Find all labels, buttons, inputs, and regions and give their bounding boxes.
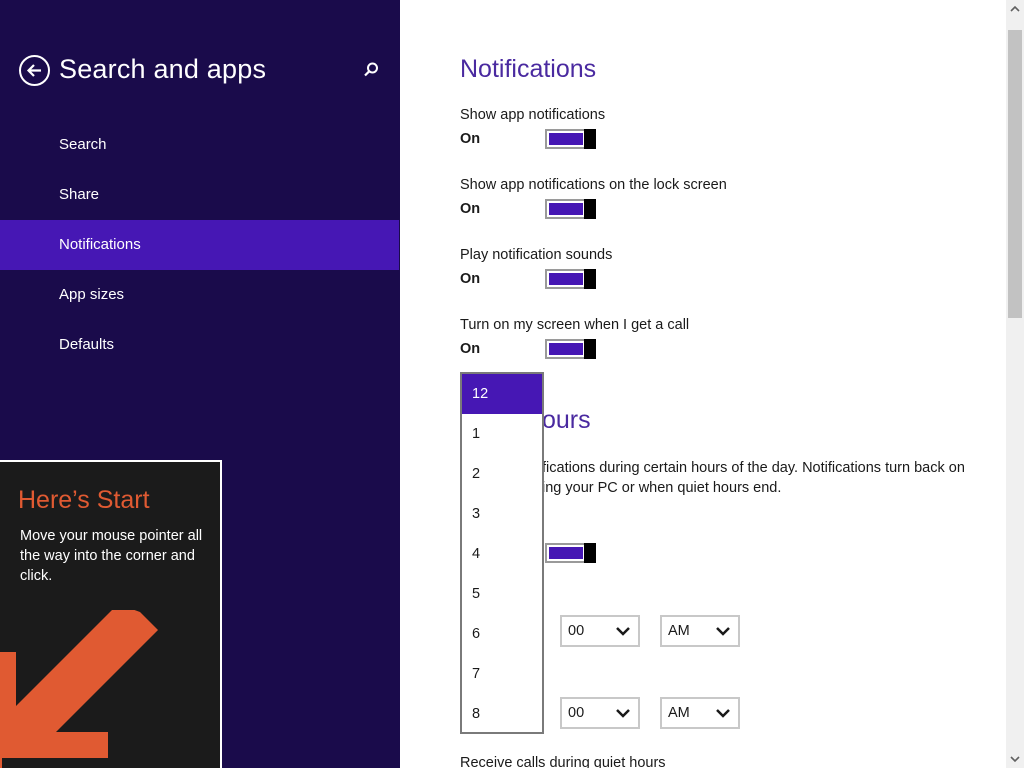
scroll-down-button[interactable] <box>1006 750 1024 768</box>
scrollbar-thumb[interactable] <box>1008 30 1022 318</box>
to-minute-select[interactable]: 00 <box>560 697 640 729</box>
setting-state: On <box>460 201 481 217</box>
back-arrow-icon <box>26 64 41 77</box>
notifications-heading: Notifications <box>460 55 597 83</box>
toggle-notification-sounds[interactable] <box>545 269 596 289</box>
toggle-lock-screen-notifications[interactable] <box>545 199 596 219</box>
search-icon[interactable] <box>362 61 380 79</box>
setting-label-show-app-notifications: Show app notifications <box>460 107 606 123</box>
hour-option[interactable]: 2 <box>462 454 542 494</box>
to-ampm-value: AM <box>668 705 690 721</box>
chevron-down-icon <box>716 709 730 718</box>
chevron-down-icon <box>616 709 630 718</box>
hour-option[interactable]: 6 <box>462 614 542 654</box>
start-tip-panel: Here’s Start Move your mouse pointer all… <box>0 460 222 768</box>
start-tip-title: Here’s Start <box>18 486 150 514</box>
from-minute-value: 00 <box>568 623 585 639</box>
hour-option[interactable]: 1 <box>462 414 542 454</box>
to-ampm-select[interactable]: AM <box>660 697 740 729</box>
quiet-hours-description-line2: ing your PC or when quiet hours end. <box>542 480 782 496</box>
from-ampm-value: AM <box>668 623 690 639</box>
hour-option[interactable]: 8 <box>462 694 542 732</box>
to-minute-value: 00 <box>568 705 585 721</box>
nav-item-defaults[interactable]: Defaults <box>0 320 399 370</box>
setting-label-receive-calls: Receive calls during quiet hours <box>460 755 666 768</box>
toggle-show-app-notifications[interactable] <box>545 129 596 149</box>
down-left-arrow-icon <box>0 610 158 768</box>
hour-option[interactable]: 5 <box>462 574 542 614</box>
setting-state: On <box>460 131 481 147</box>
settings-left-pane: Search and apps Search Share Notificatio… <box>0 0 400 768</box>
setting-label-screen-on-call: Turn on my screen when I get a call <box>460 317 690 333</box>
quiet-hours-description-line1: fications during certain hours of the da… <box>542 460 965 476</box>
nav-item-app-sizes[interactable]: App sizes <box>0 270 399 320</box>
chevron-down-icon <box>1010 756 1020 763</box>
quiet-hours-heading: ours <box>542 406 591 434</box>
toggle-screen-on-call[interactable] <box>545 339 596 359</box>
chevron-down-icon <box>616 627 630 636</box>
chevron-up-icon <box>1010 5 1020 12</box>
nav-item-search[interactable]: Search <box>0 120 399 170</box>
scroll-up-button[interactable] <box>1006 0 1024 18</box>
vertical-scrollbar[interactable] <box>1006 0 1024 768</box>
hour-option[interactable]: 3 <box>462 494 542 534</box>
hour-option[interactable]: 4 <box>462 534 542 574</box>
hour-option[interactable]: 12 <box>462 374 542 414</box>
setting-label-lock-screen-notifications: Show app notifications on the lock scree… <box>460 177 727 193</box>
from-ampm-select[interactable]: AM <box>660 615 740 647</box>
setting-state: On <box>460 341 481 357</box>
hour-dropdown-list[interactable]: 12 1 2 3 4 5 6 7 8 <box>460 372 544 734</box>
pane-title: Search and apps <box>59 54 267 84</box>
toggle-quiet-hours[interactable] <box>545 543 596 563</box>
setting-state: On <box>460 271 481 287</box>
chevron-down-icon <box>716 627 730 636</box>
hour-option[interactable]: 7 <box>462 654 542 694</box>
from-minute-select[interactable]: 00 <box>560 615 640 647</box>
back-button[interactable] <box>19 55 50 86</box>
nav-item-share[interactable]: Share <box>0 170 399 220</box>
start-tip-body: Move your mouse pointer all the way into… <box>20 528 203 584</box>
nav-item-notifications[interactable]: Notifications <box>0 220 399 270</box>
setting-label-notification-sounds: Play notification sounds <box>460 247 613 263</box>
